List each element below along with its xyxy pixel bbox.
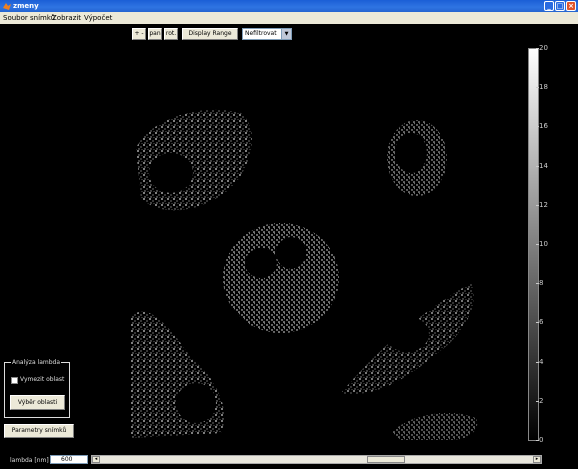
select-area-button[interactable]: Výběr oblasti [10, 395, 65, 410]
matlab-app-icon [3, 3, 11, 10]
filter-select[interactable]: Nefiltrovat ▼ [242, 28, 292, 40]
microscopy-image[interactable] [131, 48, 513, 441]
colorbar-tick: 20 [536, 44, 548, 52]
close-button[interactable]: × [566, 1, 576, 11]
menu-soubor-snimku[interactable]: Soubor snímků [3, 12, 55, 24]
analysis-panel-title: Analýza lambda [11, 358, 62, 367]
cell-center [223, 223, 339, 333]
chevron-down-icon[interactable]: ▼ [281, 29, 291, 39]
window-title: zmeny [13, 2, 39, 10]
scroll-right-icon[interactable]: ▸ [533, 456, 541, 463]
title-bar: zmeny _ □ × [0, 0, 578, 12]
cell-top-right [387, 120, 447, 196]
lambda-label: lambda [nm] [10, 457, 49, 464]
colorbar-tick: 16 [536, 122, 548, 130]
colorbar-tick: 8 [535, 279, 544, 287]
rotate-button[interactable]: rot. [164, 28, 178, 40]
cell-bottom-right [391, 413, 478, 440]
define-area-checkbox[interactable] [11, 377, 18, 384]
define-area-label: Vymezit oblast [20, 376, 65, 383]
lambda-scrollbar[interactable]: ◂ ▸ [91, 455, 542, 464]
zoom-button[interactable]: + - [132, 28, 146, 40]
menu-vypocet[interactable]: Výpočet [84, 12, 112, 24]
cell-right [341, 283, 474, 394]
colorbar-tick: 6 [535, 318, 544, 326]
filter-select-value: Nefiltrovat [245, 30, 277, 37]
menu-bar: Soubor snímků Zobrazit Výpočet [0, 12, 578, 24]
colorbar-tick: 10 [536, 240, 548, 248]
colorbar-tick: 0 [535, 436, 544, 444]
pan-button[interactable]: pan [148, 28, 162, 40]
colorbar-tick: 2 [535, 397, 544, 405]
menu-zobrazit[interactable]: Zobrazit [52, 12, 81, 24]
colorbar-tick: 4 [535, 358, 544, 366]
minimize-button[interactable]: _ [544, 1, 554, 11]
analysis-panel: Analýza lambda Vymezit oblast Výběr obla… [4, 358, 70, 418]
colorbar-tick: 12 [536, 201, 548, 209]
image-parameters-button[interactable]: Parametry snímků [4, 424, 74, 438]
display-range-button[interactable]: Display Range [182, 28, 238, 40]
colorbar-tick: 18 [536, 83, 548, 91]
scroll-left-icon[interactable]: ◂ [92, 456, 100, 463]
maximize-button[interactable]: □ [555, 1, 565, 11]
cell-top-left [136, 109, 252, 211]
scrollbar-thumb[interactable] [367, 456, 405, 463]
lambda-input[interactable]: 600 [50, 455, 88, 464]
colorbar-tick: 14 [536, 162, 548, 170]
cell-bottom-left [131, 311, 225, 438]
